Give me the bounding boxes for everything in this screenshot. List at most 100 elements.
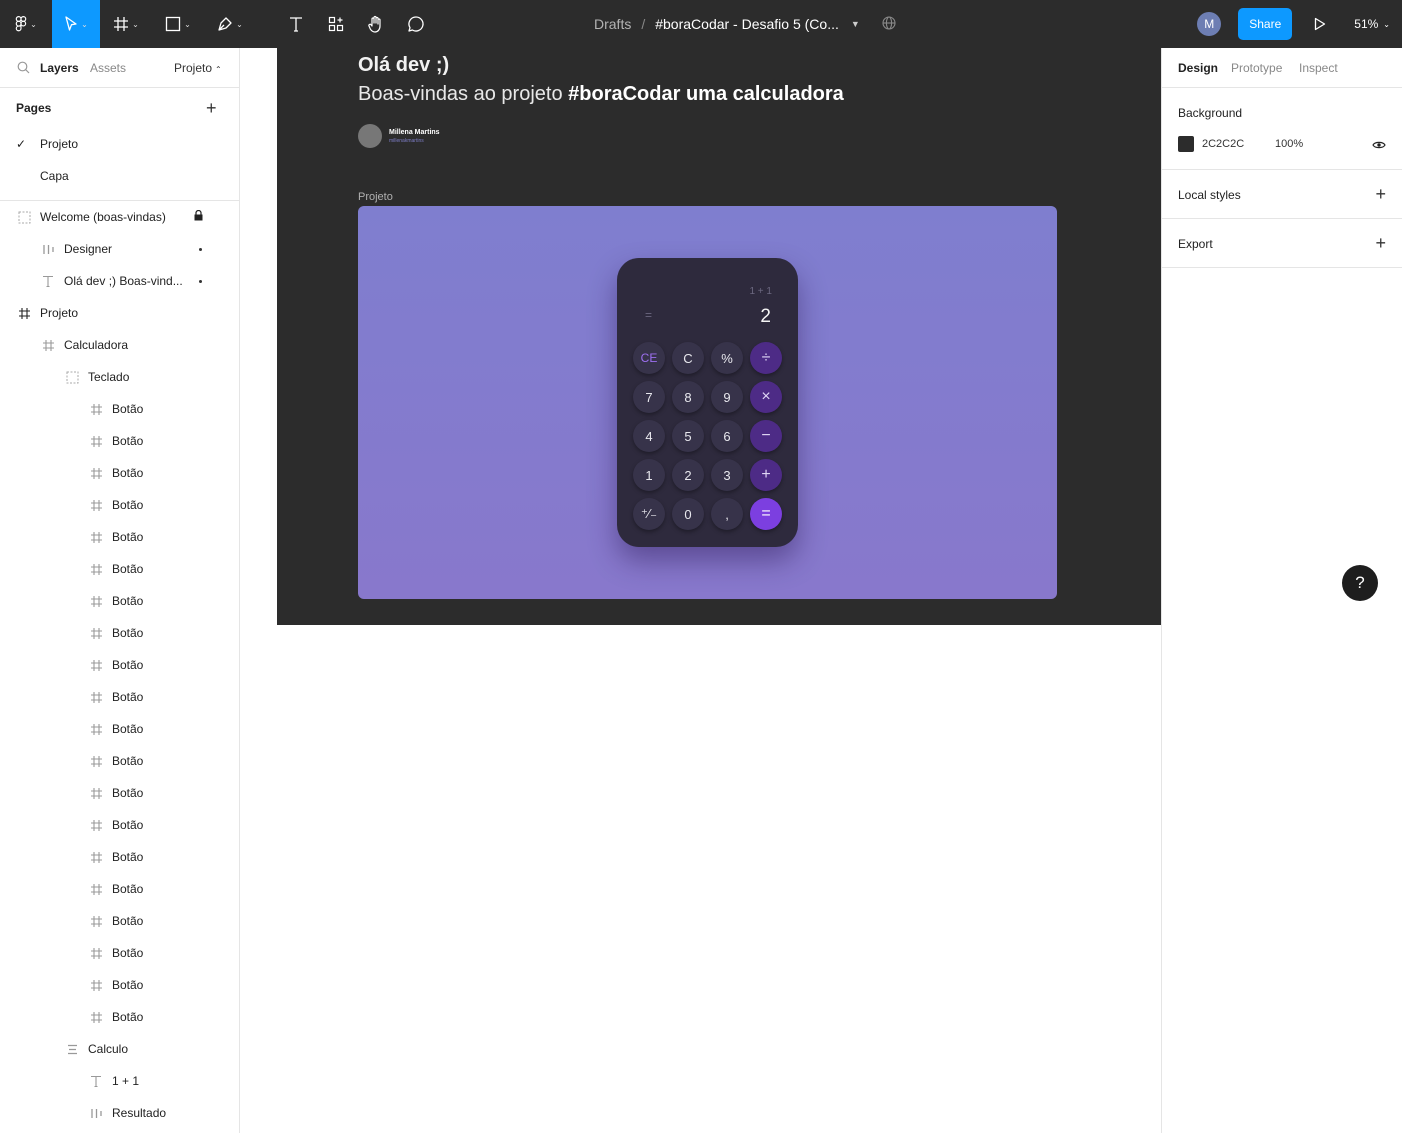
layer-row[interactable]: Botão <box>0 681 239 713</box>
layer-row[interactable]: Botão <box>0 585 239 617</box>
layer-row[interactable]: Botão <box>0 745 239 777</box>
calc-key[interactable]: CE <box>633 342 665 374</box>
frame-tool-button[interactable]: ⌄ <box>100 0 152 48</box>
chevron-down-icon: ⌄ <box>184 19 191 29</box>
text-icon <box>88 1073 104 1089</box>
layer-row[interactable]: Botão <box>0 649 239 681</box>
layer-label: Botão <box>112 914 144 928</box>
project-frame[interactable]: 1 + 1 = 2 CE C% ÷ 7 8 9 × 4 5 6−1 2 3 + ⁺∕₋ 0, = <box>358 206 1057 599</box>
frame-icon <box>88 689 104 705</box>
welcome-frame[interactable]: Olá dev ;) Boas-vindas ao projeto #boraC… <box>277 48 1161 625</box>
file-name[interactable]: #boraCodar - Desafio 5 (Co... <box>655 16 839 32</box>
background-swatch[interactable] <box>1178 136 1194 152</box>
calc-key[interactable]: 9 <box>711 381 743 413</box>
visibility-dot-icon[interactable] <box>199 279 202 283</box>
greeting-text: Olá dev ;) <box>358 54 450 76</box>
layer-row[interactable]: Botão <box>0 809 239 841</box>
hand-tool-button[interactable] <box>356 0 396 48</box>
background-hex-input[interactable]: 2C2C2C <box>1202 138 1244 150</box>
layer-row[interactable]: Botão <box>0 777 239 809</box>
tab-prototype[interactable]: Prototype <box>1231 61 1282 75</box>
calc-key[interactable]: = <box>750 498 782 530</box>
zoom-menu[interactable]: 51% ⌄ <box>1354 17 1390 31</box>
text-tool-button[interactable] <box>276 0 316 48</box>
layer-row[interactable]: Botão <box>0 937 239 969</box>
layer-row[interactable]: Botão <box>0 841 239 873</box>
layer-row[interactable]: Olá dev ;) Boas-vind... <box>0 265 239 297</box>
calc-key[interactable]: + <box>750 459 782 491</box>
calc-key[interactable]: × <box>750 381 782 413</box>
page-item[interactable]: Capa <box>0 160 239 192</box>
auto-layout-icon <box>40 241 56 257</box>
drafts-link[interactable]: Drafts <box>594 16 631 32</box>
designer-name: Millena Martins <box>389 128 440 136</box>
calc-key[interactable]: 1 <box>633 459 665 491</box>
add-export-button[interactable]: + <box>1375 234 1386 252</box>
add-page-button[interactable]: + <box>206 99 217 117</box>
lock-icon[interactable] <box>194 209 203 224</box>
toolbar-tool-group: ⌄ ⌄ ⌄ ⌄ ⌄ <box>0 0 256 48</box>
tab-inspect[interactable]: Inspect <box>1299 61 1338 75</box>
layer-row[interactable]: Botão <box>0 713 239 745</box>
share-button[interactable]: Share <box>1238 8 1293 40</box>
layer-row[interactable]: Botão <box>0 969 239 1001</box>
calc-key[interactable]: 2 <box>672 459 704 491</box>
background-opacity-input[interactable]: 100% <box>1275 138 1303 150</box>
tab-design[interactable]: Design <box>1178 61 1218 75</box>
comment-tool-button[interactable] <box>396 0 436 48</box>
layer-row[interactable]: Teclado <box>0 361 239 393</box>
layer-row[interactable]: Welcome (boas-vindas) <box>0 201 239 233</box>
layer-row[interactable]: Designer <box>0 233 239 265</box>
layer-row[interactable]: Botão <box>0 617 239 649</box>
tab-layers[interactable]: Layers <box>40 61 79 75</box>
page-selector[interactable]: Projeto ⌃ <box>174 61 222 75</box>
present-button[interactable] <box>1314 17 1326 31</box>
calc-key[interactable]: , <box>711 498 743 530</box>
chevron-down-icon[interactable]: ▼ <box>851 19 860 29</box>
add-style-button[interactable]: + <box>1375 185 1386 203</box>
calc-key[interactable]: 3 <box>711 459 743 491</box>
calc-key[interactable]: 5 <box>672 420 704 452</box>
page-item[interactable]: ✓ Projeto <box>0 128 239 160</box>
globe-icon[interactable] <box>882 15 896 33</box>
search-icon[interactable] <box>17 61 30 77</box>
layer-row[interactable]: Calculo <box>0 1033 239 1065</box>
calc-key[interactable]: 6 <box>711 420 743 452</box>
calc-key[interactable]: 4 <box>633 420 665 452</box>
layer-row[interactable]: Botão <box>0 425 239 457</box>
layer-row[interactable]: Calculadora <box>0 329 239 361</box>
help-button[interactable]: ? <box>1342 565 1378 601</box>
layer-row[interactable]: Botão <box>0 873 239 905</box>
visibility-dot-icon[interactable] <box>199 247 202 251</box>
eye-icon[interactable] <box>1372 137 1386 155</box>
layers-panel: Layers Assets Projeto ⌃ Pages + ✓ Projeto C… <box>0 48 240 1133</box>
layer-row[interactable]: Botão <box>0 1001 239 1033</box>
move-tool-button[interactable]: ⌄ <box>52 0 100 48</box>
calc-key[interactable]: 8 <box>672 381 704 413</box>
layer-row[interactable]: Botão <box>0 905 239 937</box>
shape-tool-button[interactable]: ⌄ <box>152 0 204 48</box>
calc-key[interactable]: % <box>711 342 743 374</box>
calc-key[interactable]: − <box>750 420 782 452</box>
calc-key[interactable]: ⁺∕₋ <box>633 498 665 530</box>
calc-expression: 1 + 1 <box>749 286 772 297</box>
layer-row[interactable]: Projeto <box>0 297 239 329</box>
layer-row[interactable]: 1 + 1 <box>0 1065 239 1097</box>
layer-row[interactable]: Botão <box>0 393 239 425</box>
main-menu-button[interactable]: ⌄ <box>0 0 52 48</box>
avatar[interactable]: M <box>1197 12 1222 36</box>
calc-key[interactable]: ÷ <box>750 342 782 374</box>
layer-row[interactable]: Botão <box>0 553 239 585</box>
layer-label: Welcome (boas-vindas) <box>40 210 166 224</box>
calc-key[interactable]: 7 <box>633 381 665 413</box>
calculator[interactable]: 1 + 1 = 2 CE C% ÷ 7 8 9 × 4 5 6−1 2 3 + ⁺∕₋ 0, = <box>617 258 798 547</box>
pen-tool-button[interactable]: ⌄ <box>204 0 256 48</box>
layer-row[interactable]: Botão <box>0 521 239 553</box>
calc-key[interactable]: C <box>672 342 704 374</box>
calc-key[interactable]: 0 <box>672 498 704 530</box>
layer-row[interactable]: Resultado <box>0 1097 239 1129</box>
resources-tool-button[interactable] <box>316 0 356 48</box>
layer-row[interactable]: Botão <box>0 489 239 521</box>
layer-row[interactable]: Botão <box>0 457 239 489</box>
tab-assets[interactable]: Assets <box>90 61 126 75</box>
